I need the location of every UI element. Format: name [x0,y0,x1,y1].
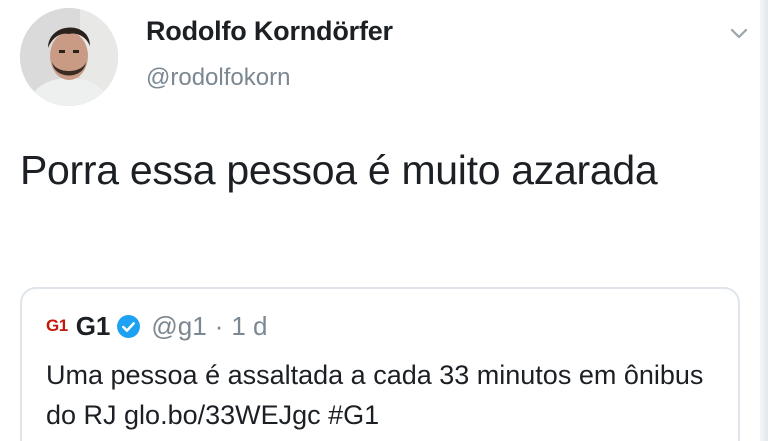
quoted-timestamp[interactable]: 1 d [231,311,267,342]
quoted-display-name[interactable]: G1 [76,311,111,342]
user-avatar[interactable] [20,8,118,106]
display-name[interactable]: Rodolfo Korndörfer [146,16,393,47]
quoted-tweet-header: G1 G1 @g1 · 1 d [46,309,268,343]
quoted-tweet-text: Uma pessoa é assaltada a cada 33 minutos… [46,360,704,430]
avatar-image [20,8,118,106]
tweet-card[interactable]: Rodolfo Korndörfer @rodolfokorn Porra es… [0,0,768,441]
header-separator: · [214,310,224,341]
g1-logo: G1 [46,316,68,335]
verified-badge-icon [117,314,141,338]
quoted-handle[interactable]: @g1 [151,311,206,342]
scroll-edge [760,0,768,441]
quoted-tweet-card[interactable]: G1 G1 @g1 · 1 d Uma pessoa é assaltada a… [20,287,740,441]
user-handle[interactable]: @rodolfokorn [146,64,290,92]
chevron-down-icon[interactable] [728,22,750,44]
tweet-text: Porra essa pessoa é muito azarada [20,147,658,193]
